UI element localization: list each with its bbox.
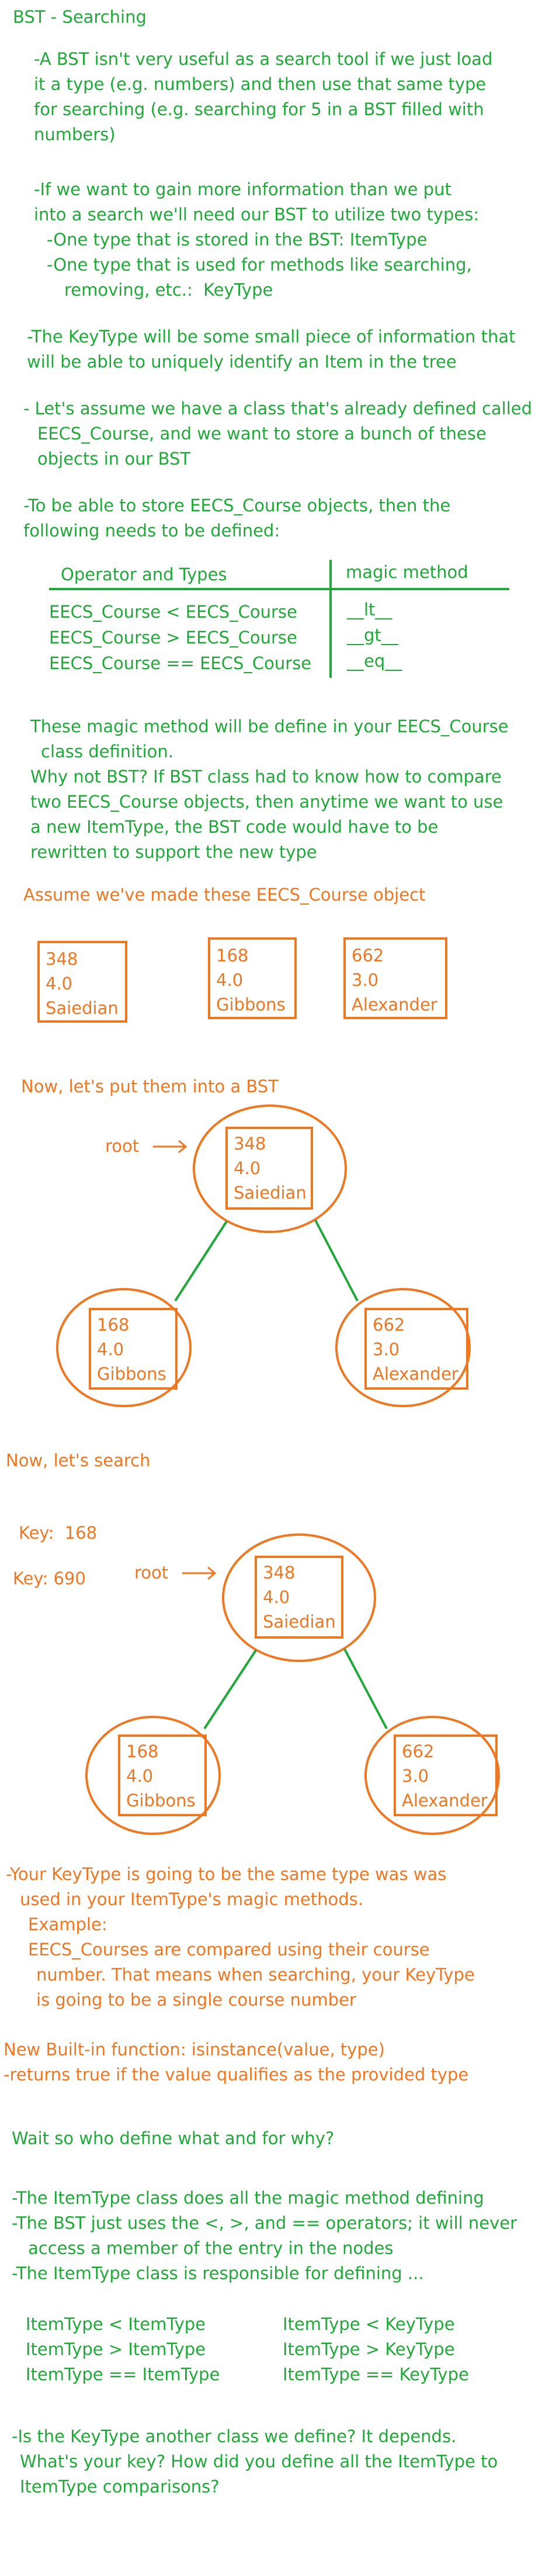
comparison-item: ItemType < KeyType — [283, 2314, 455, 2334]
course-number: 348 — [234, 1134, 266, 1154]
who-note-line: -The ItemType class does all the magic m… — [12, 2188, 484, 2208]
tree-edge — [314, 1220, 359, 1301]
tree-edge — [174, 1220, 228, 1302]
comparison-item: ItemType > KeyType — [283, 2339, 455, 2359]
isinstance-note-line: New Built-in function: isinstance(value,… — [4, 2040, 385, 2059]
keytype-note-line: number. That means when searching, your … — [36, 1965, 475, 1985]
keytype-note-line: is going to be a single course number — [36, 1990, 356, 2010]
tree-edge — [343, 1649, 388, 1729]
course-card: 168 4.0 Gibbons — [89, 1308, 178, 1390]
who-note-line: -The ItemType class is responsible for d… — [12, 2263, 424, 2283]
final-note-line: ItemType comparisons? — [20, 2477, 220, 2497]
root-label: root — [134, 1563, 169, 1583]
course-number: 168 — [97, 1315, 130, 1335]
final-note-line: What's your key? How did you define all … — [20, 2452, 498, 2471]
who-defines-heading: Wait so who define what and for why? — [12, 2128, 335, 2148]
course-number: 348 — [263, 1563, 296, 1583]
course-rating: 4.0 — [126, 1766, 154, 1786]
search-key: Key: 168 — [19, 1523, 98, 1543]
course-name: Gibbons — [97, 1364, 166, 1384]
search-heading: Now, let's search — [6, 1450, 151, 1470]
course-rating: 3.0 — [373, 1339, 400, 1359]
course-card: 662 3.0 Alexander — [364, 1308, 468, 1390]
course-name: Alexander — [402, 1791, 488, 1810]
course-rating: 4.0 — [234, 1158, 261, 1178]
course-rating: 4.0 — [263, 1587, 290, 1607]
course-card: 348 4.0 Saiedian — [255, 1556, 343, 1639]
course-name: Gibbons — [126, 1791, 196, 1810]
course-name: Alexander — [373, 1364, 458, 1384]
who-note-line: -The BST just uses the <, >, and == oper… — [12, 2213, 517, 2233]
final-note-line: -Is the KeyType another class we define?… — [12, 2426, 457, 2446]
keytype-note-line: -Your KeyType is going to be the same ty… — [6, 1864, 447, 1884]
course-card: 168 4.0 Gibbons — [118, 1734, 207, 1816]
course-card: 348 4.0 Saiedian — [225, 1127, 313, 1210]
root-label: root — [105, 1136, 140, 1156]
isinstance-note-line: -returns true if the value qualifies as … — [4, 2065, 469, 2085]
keytype-note-line: EECS_Courses are compared using their co… — [28, 1940, 430, 1959]
comparison-item: ItemType < ItemType — [26, 2314, 206, 2334]
keytype-note-line: Example: — [28, 1914, 107, 1934]
comparison-item: ItemType > ItemType — [26, 2339, 206, 2359]
course-card: 662 3.0 Alexander — [394, 1734, 498, 1816]
search-key: Key: 690 — [13, 1569, 86, 1588]
course-number: 662 — [373, 1315, 405, 1335]
course-rating: 4.0 — [97, 1339, 124, 1359]
course-name: Saiedian — [263, 1612, 336, 1632]
course-number: 662 — [402, 1741, 435, 1761]
course-number: 168 — [126, 1741, 159, 1761]
tree-edge — [203, 1649, 257, 1730]
course-name: Saiedian — [234, 1183, 307, 1203]
comparison-item: ItemType == ItemType — [26, 2364, 220, 2384]
who-note-line: access a member of the entry in the node… — [28, 2238, 394, 2258]
comparison-item: ItemType == KeyType — [283, 2364, 469, 2384]
keytype-note-line: used in your ItemType's magic methods. — [20, 1889, 363, 1909]
course-rating: 3.0 — [402, 1766, 429, 1786]
